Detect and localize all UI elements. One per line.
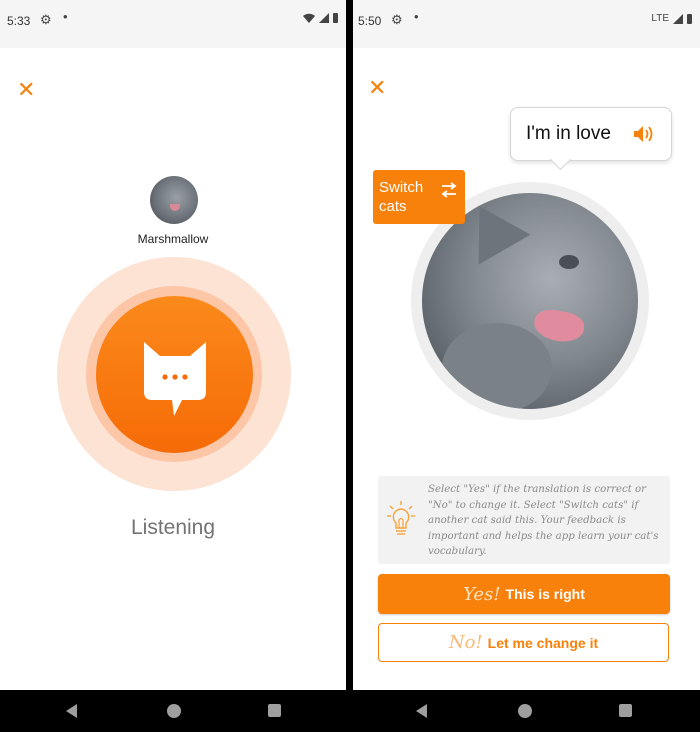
yes-handwritten: Yes! [463,583,501,605]
nav-bar [353,690,700,732]
back-icon[interactable] [66,704,77,718]
notification-dot-icon: • [414,9,419,24]
status-time: 5:33 [7,14,31,28]
switch-cats-label: Switch cats [379,179,424,215]
battery-icon [687,13,692,24]
cat-nose [559,255,579,269]
status-icons [303,13,338,23]
status-icons: LTE [651,13,692,24]
recents-icon[interactable] [268,704,281,717]
signal-icon [319,13,329,23]
signal-icon [673,13,683,24]
nav-bar [0,690,346,732]
translation-bubble: I'm in love [510,107,672,161]
status-bar: 5:33 ⚙ • [0,0,346,48]
cat-paw [442,323,552,409]
status-bar: 5:50 ⚙ • LTE [353,0,700,48]
cat-chat-icon [144,342,206,416]
status-time: 5:50 [358,14,382,28]
switch-cats-button[interactable]: Switch cats [373,170,465,224]
speaker-icon[interactable] [633,124,655,144]
no-button[interactable]: No! Let me change it [378,623,669,662]
swap-arrows-icon [441,182,457,198]
lightbulb-icon [387,501,415,535]
gear-icon: ⚙ [391,12,403,27]
listening-label: Listening [130,516,216,539]
cat-name: Marshmallow [137,232,209,246]
home-icon[interactable] [518,704,532,718]
listening-screen: 5:33 ⚙ • ✕ Marshmallow Listening [0,0,346,732]
cat-photo [422,193,638,409]
avatar[interactable] [150,176,198,224]
no-label: Let me change it [487,634,599,651]
translation-text: I'm in love [526,123,611,144]
battery-icon [333,13,338,23]
close-icon[interactable]: ✕ [17,79,35,101]
translation-screen: 5:50 ⚙ • LTE ✕ I'm in love Switch cats S… [353,0,700,732]
network-type: LTE [651,13,669,24]
back-icon[interactable] [416,704,427,718]
hint-text: Select "Yes" if the translation is corre… [428,484,659,558]
recents-icon[interactable] [619,704,632,717]
yes-button[interactable]: Yes! This is right [378,574,670,614]
wifi-icon [303,13,315,23]
yes-label: This is right [505,586,585,602]
home-icon[interactable] [167,704,181,718]
gear-icon: ⚙ [40,12,52,27]
notification-dot-icon: • [63,9,68,24]
avatar-tongue [170,204,180,211]
no-handwritten: No! [448,632,483,653]
feedback-hint: Select "Yes" if the translation is corre… [378,476,670,564]
close-icon[interactable]: ✕ [368,77,386,99]
